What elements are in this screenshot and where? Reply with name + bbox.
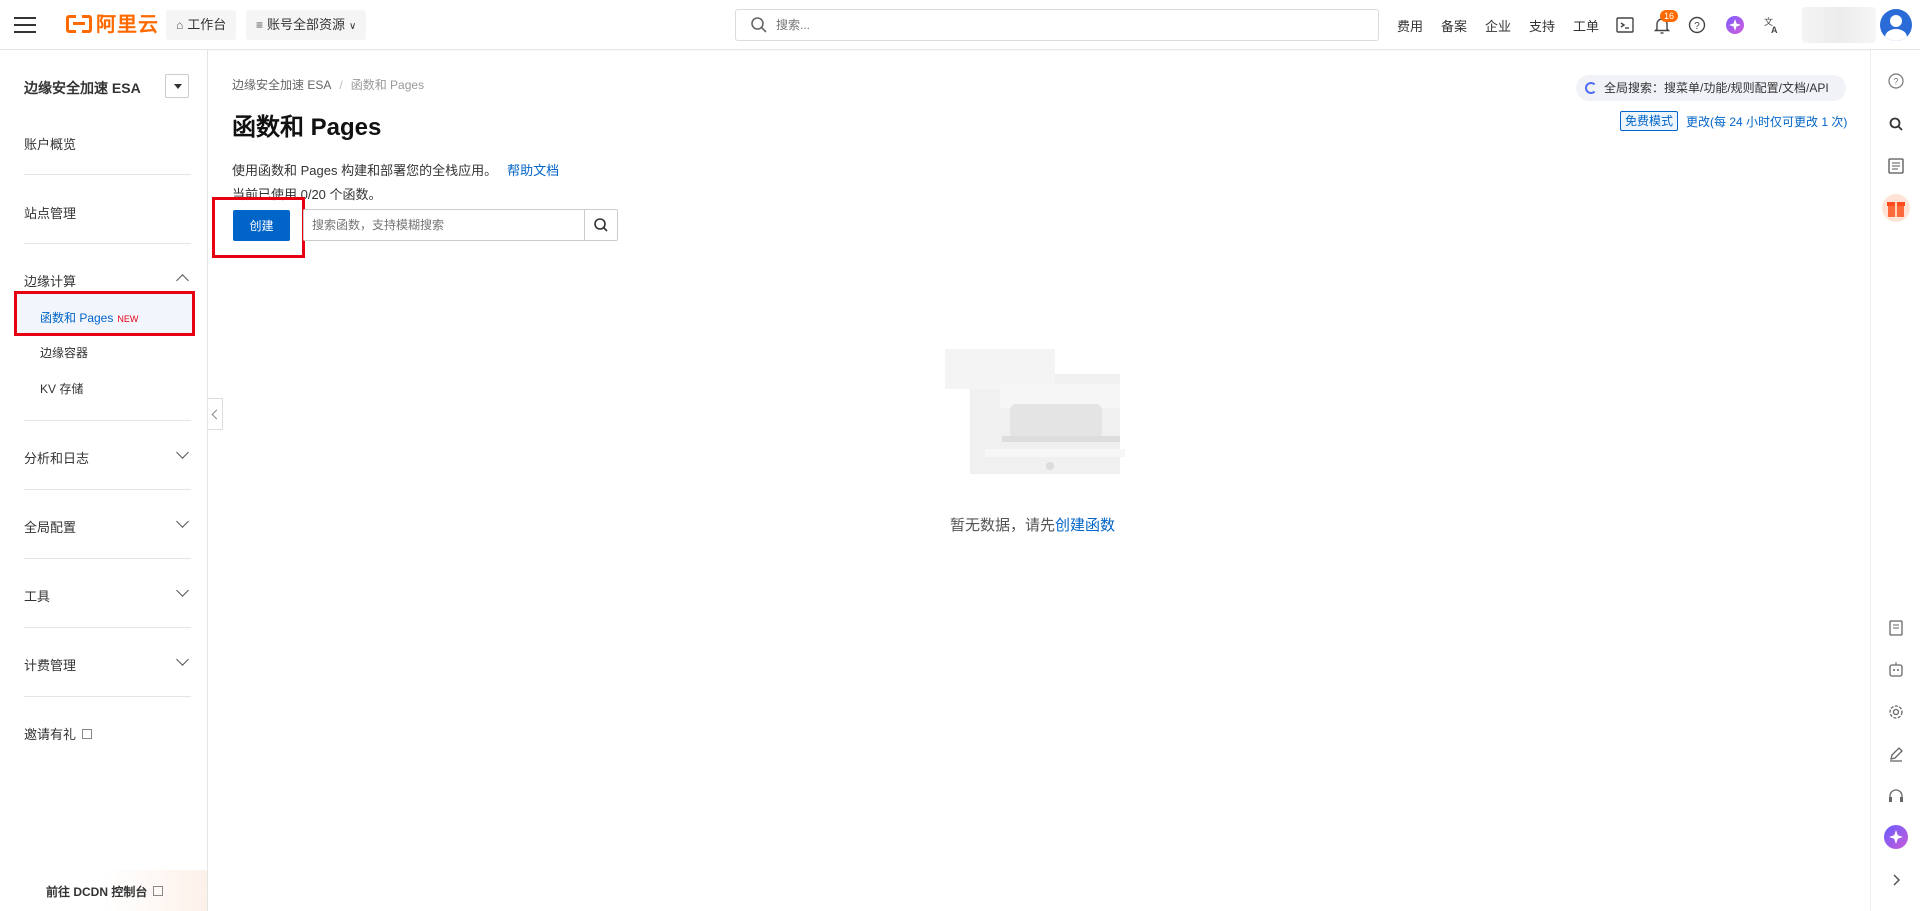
dcdn-footer: 前往 DCDN 控制台	[0, 870, 207, 911]
chevron-down-icon[interactable]	[176, 515, 189, 528]
free-mode-badge: 免费模式	[1620, 111, 1679, 131]
empty-state-text: 暂无数据，请先创建函数	[950, 517, 1116, 534]
support-link[interactable]: 支持	[1529, 16, 1555, 35]
chevron-down-icon[interactable]	[176, 446, 189, 459]
resource-group-selector[interactable]: ≡ 账号全部资源 ∨	[246, 10, 367, 40]
help-doc-link[interactable]: 帮助文档	[507, 163, 559, 178]
breadcrumb-esa[interactable]: 边缘安全加速 ESA	[232, 78, 331, 92]
avatar[interactable]	[1880, 9, 1912, 41]
goto-dcdn-link[interactable]: 前往 DCDN 控制台	[46, 883, 164, 900]
sidebar-item-kv-storage[interactable]: KV 存储	[40, 380, 83, 397]
enterprise-link[interactable]: 企业	[1485, 16, 1511, 35]
edit-icon[interactable]	[1885, 743, 1907, 765]
ai-assistant-icon[interactable]	[1724, 14, 1746, 36]
new-badge: NEW	[117, 314, 139, 324]
divider	[24, 174, 191, 175]
function-search	[303, 209, 585, 241]
sidebar-item-edge-container[interactable]: 边缘容器	[40, 344, 88, 361]
sidebar-item-site-management[interactable]: 站点管理	[24, 203, 76, 222]
top-bar: 阿里云 ⌂工作台 ≡账号全部资源∨ 费用 备案 企业 支持 工单 16 ? 文A	[0, 0, 1920, 50]
sidebar: 边缘安全加速 ESA 账户概览 站点管理 边缘计算 函数和 Pages NEW 边…	[0, 50, 208, 911]
divider	[24, 243, 191, 244]
gift-icon[interactable]	[1880, 192, 1912, 224]
external-link-icon	[153, 886, 164, 896]
sidebar-group-tools[interactable]: 工具	[24, 586, 50, 605]
sidebar-item-functions-pages[interactable]: 函数和 Pages NEW	[40, 309, 138, 326]
chevron-down-icon[interactable]	[176, 653, 189, 666]
robot-icon[interactable]	[1885, 659, 1907, 681]
chevron-down-icon[interactable]	[176, 584, 189, 597]
empty-state-illustration	[945, 349, 1125, 474]
divider	[24, 489, 191, 490]
account-name[interactable]	[1802, 7, 1876, 43]
right-toolbar: ?	[1870, 50, 1920, 911]
fees-link[interactable]: 费用	[1397, 16, 1423, 35]
headset-icon[interactable]	[1885, 785, 1907, 807]
workbench-button[interactable]: ⌂ 工作台	[166, 10, 237, 40]
create-button[interactable]: 创建	[233, 210, 290, 241]
svg-text:?: ?	[1893, 77, 1898, 87]
divider	[24, 558, 191, 559]
divider	[24, 627, 191, 628]
stack-icon: ≡	[256, 18, 264, 32]
function-search-input[interactable]	[304, 210, 584, 240]
sidebar-group-global-config[interactable]: 全局配置	[24, 517, 76, 536]
sidebar-group-billing[interactable]: 计费管理	[24, 655, 76, 674]
sidebar-group-edge-compute[interactable]: 边缘计算	[24, 271, 76, 290]
create-function-link[interactable]: 创建函数	[1055, 517, 1115, 534]
product-title: 边缘安全加速 ESA	[24, 80, 141, 96]
ticket-link[interactable]: 工单	[1573, 16, 1599, 35]
sidebar-collapse-toggle[interactable]	[208, 398, 223, 430]
divider	[24, 696, 191, 697]
settings-icon[interactable]	[1885, 701, 1907, 723]
svg-text:A: A	[1771, 25, 1778, 35]
help-icon[interactable]: ?	[1686, 14, 1708, 36]
menu-icon[interactable]	[14, 14, 36, 34]
search-icon	[751, 17, 767, 33]
sidebar-group-analytics[interactable]: 分析和日志	[24, 448, 89, 467]
document-icon[interactable]	[1885, 617, 1907, 639]
top-search-input[interactable]	[776, 10, 1366, 40]
sidebar-item-overview[interactable]: 账户概览	[24, 134, 76, 153]
global-search-icon	[1585, 82, 1597, 94]
function-search-button[interactable]	[584, 209, 618, 241]
page-description: 使用函数和 Pages 构建和部署您的全栈应用。 帮助文档	[232, 163, 560, 178]
ai-assistant-icon[interactable]	[1882, 823, 1910, 851]
global-search-pill[interactable]: 全局搜索：搜菜单/功能/规则配置/文档/API	[1576, 75, 1846, 101]
terminal-icon[interactable]	[1614, 14, 1636, 36]
search-icon[interactable]	[1885, 113, 1907, 135]
notification-badge: 16	[1660, 10, 1679, 22]
language-icon[interactable]: 文A	[1761, 14, 1783, 36]
chevron-down-icon: ∨	[349, 21, 357, 32]
divider	[24, 420, 191, 421]
external-link-icon	[82, 729, 93, 739]
product-switch-dropdown[interactable]	[165, 74, 189, 98]
help-icon[interactable]: ?	[1885, 70, 1907, 92]
breadcrumb: 边缘安全加速 ESA / 函数和 Pages	[232, 78, 425, 92]
chevron-right-icon[interactable]	[1885, 869, 1907, 891]
search-icon	[594, 218, 608, 232]
home-icon: ⌂	[176, 18, 184, 32]
chevron-up-icon[interactable]	[176, 274, 189, 287]
svg-text:?: ?	[1694, 21, 1700, 32]
filing-link[interactable]: 备案	[1441, 16, 1467, 35]
notes-icon[interactable]	[1885, 155, 1907, 177]
sidebar-item-invite[interactable]: 邀请有礼	[24, 724, 93, 743]
page-title: 函数和 Pages	[232, 114, 382, 141]
change-mode-link[interactable]: 更改(每 24 小时仅可更改 1 次)	[1686, 113, 1847, 130]
top-search[interactable]	[735, 9, 1379, 41]
aliyun-logo[interactable]: 阿里云	[66, 11, 159, 39]
breadcrumb-current: 函数和 Pages	[350, 78, 425, 92]
